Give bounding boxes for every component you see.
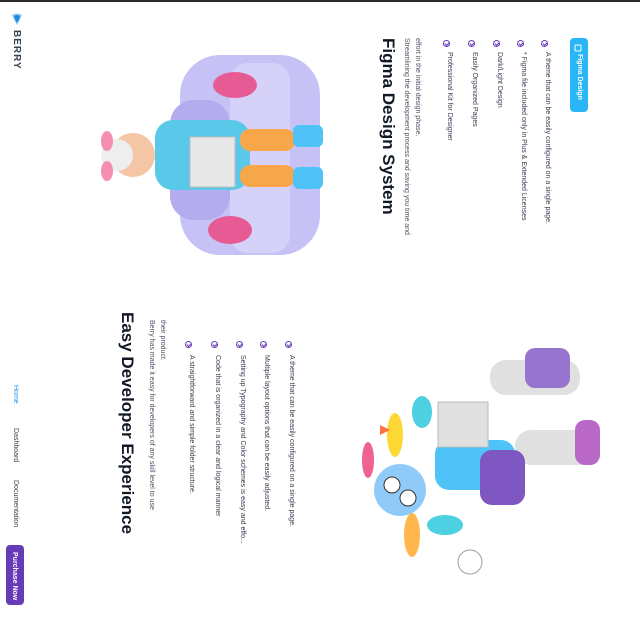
figma-feature-item: Dark/Light Design [496,52,503,108]
figma-icon [574,44,582,52]
developer-section-title: Easy Developer Experience [118,312,137,535]
figma-section-title: Figma Design System [379,38,398,215]
nav-documentation-link[interactable]: Documentation [12,480,19,527]
figma-feature-item: A theme that can be easily configured on… [544,52,551,225]
check-circle-icon [260,341,267,348]
check-circle-icon [541,40,548,47]
check-circle-icon [211,341,218,348]
check-circle-icon [468,40,475,47]
figma-description-line2: effort in the initial design phase. [414,38,421,137]
developer-feature-item: Multiple layout options that can be easi… [263,355,270,512]
developer-description-line2: their product. [159,320,166,361]
developer-feature-item: A theme that can be easily configured on… [288,355,295,528]
sofa-illustration [101,55,323,255]
berry-logo-icon [12,13,22,25]
developer-feature-item: A straightforward and simple folder stru… [188,355,195,494]
figma-description-line1: Streamlining the development process and… [403,38,410,235]
nav-dashboard-link[interactable]: Dashboard [12,428,19,462]
developer-feature-item: Setting up Typography and Color schemes … [239,355,246,544]
check-circle-icon [236,341,243,348]
check-circle-icon [517,40,524,47]
check-circle-icon [285,341,292,348]
developer-feature-item: Code that is organized in a clear and lo… [214,355,221,517]
check-circle-icon [493,40,500,47]
developer-description-line1: Berry has made it easy for developers of… [148,320,155,510]
top-border [0,0,640,2]
figma-design-label: Figma Design [576,54,583,100]
purchase-now-label: Purchase Now [11,552,18,601]
figma-feature-item: * Figma file included only in Plus & Ext… [520,52,527,221]
check-circle-icon [443,40,450,47]
brand-name[interactable]: BERRY [11,30,22,70]
figma-feature-item: Professional Kit for Designer [446,52,453,141]
developer-illustration [362,348,600,575]
figma-feature-item: Easily Organized Pages [471,52,478,127]
nav-home-link[interactable]: Home [12,385,19,404]
check-circle-icon [185,341,192,348]
